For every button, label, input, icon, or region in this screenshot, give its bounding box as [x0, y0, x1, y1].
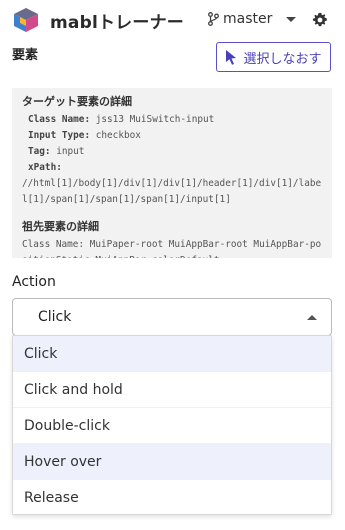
action-option-click-and-hold[interactable]: Click and hold — [13, 372, 331, 408]
input-type-key: Input Type: — [28, 130, 91, 141]
ancestor-class-row: Class Name: MuiPaper-root MuiAppBar-root… — [22, 237, 322, 258]
target-details-heading: ターゲット要素の詳細 — [22, 95, 132, 108]
tag-value: input — [56, 146, 85, 157]
xpath-row: xPath: — [28, 160, 322, 176]
target-class-key: Class Name: — [28, 114, 91, 125]
input-type-value: checkbox — [95, 130, 141, 141]
action-option-click[interactable]: Click — [13, 336, 331, 372]
action-select-value: Click — [38, 309, 72, 325]
chevron-up-icon — [307, 315, 317, 320]
action-option-hover-over[interactable]: Hover over — [13, 444, 331, 480]
app-header: mablトレーナー master — [0, 0, 345, 40]
mabl-logo-icon — [14, 8, 38, 32]
action-option-release[interactable]: Release — [13, 480, 331, 516]
git-branch-icon — [208, 12, 219, 26]
action-option-double-click[interactable]: Double-click — [13, 408, 331, 444]
action-label: Action — [12, 274, 56, 290]
target-class-row: Class Name: jss13 MuiSwitch-input — [28, 112, 322, 128]
action-options-menu: Click Click and hold Double-click Hover … — [12, 335, 332, 515]
action-select[interactable]: Click — [12, 298, 332, 336]
app-title: mablトレーナー — [50, 13, 184, 33]
ancestor-class-key: Class Name: — [22, 239, 85, 250]
target-class-value: jss13 MuiSwitch-input — [95, 114, 215, 125]
reselect-label: 選択しなおす — [243, 51, 322, 67]
branch-name: master — [223, 11, 273, 27]
element-section-title: 要素 — [12, 48, 39, 63]
cursor-pointer-icon — [226, 50, 237, 65]
element-details-panel: ターゲット要素の詳細 Class Name: jss13 MuiSwitch-i… — [12, 88, 332, 258]
tag-row: Tag: input — [28, 144, 322, 160]
ancestor-details-heading: 祖先要素の詳細 — [22, 220, 99, 233]
input-type-row: Input Type: checkbox — [28, 128, 322, 144]
reselect-element-button[interactable]: 選択しなおす — [216, 42, 331, 72]
tag-key: Tag: — [28, 146, 51, 157]
branch-dropdown-icon[interactable] — [286, 17, 296, 22]
xpath-value: //html[1]/body[1]/div[1]/div[1]/header[1… — [22, 178, 322, 205]
xpath-key: xPath: — [28, 162, 62, 173]
branch-selector[interactable]: master — [207, 11, 272, 27]
gear-icon[interactable] — [312, 12, 328, 28]
